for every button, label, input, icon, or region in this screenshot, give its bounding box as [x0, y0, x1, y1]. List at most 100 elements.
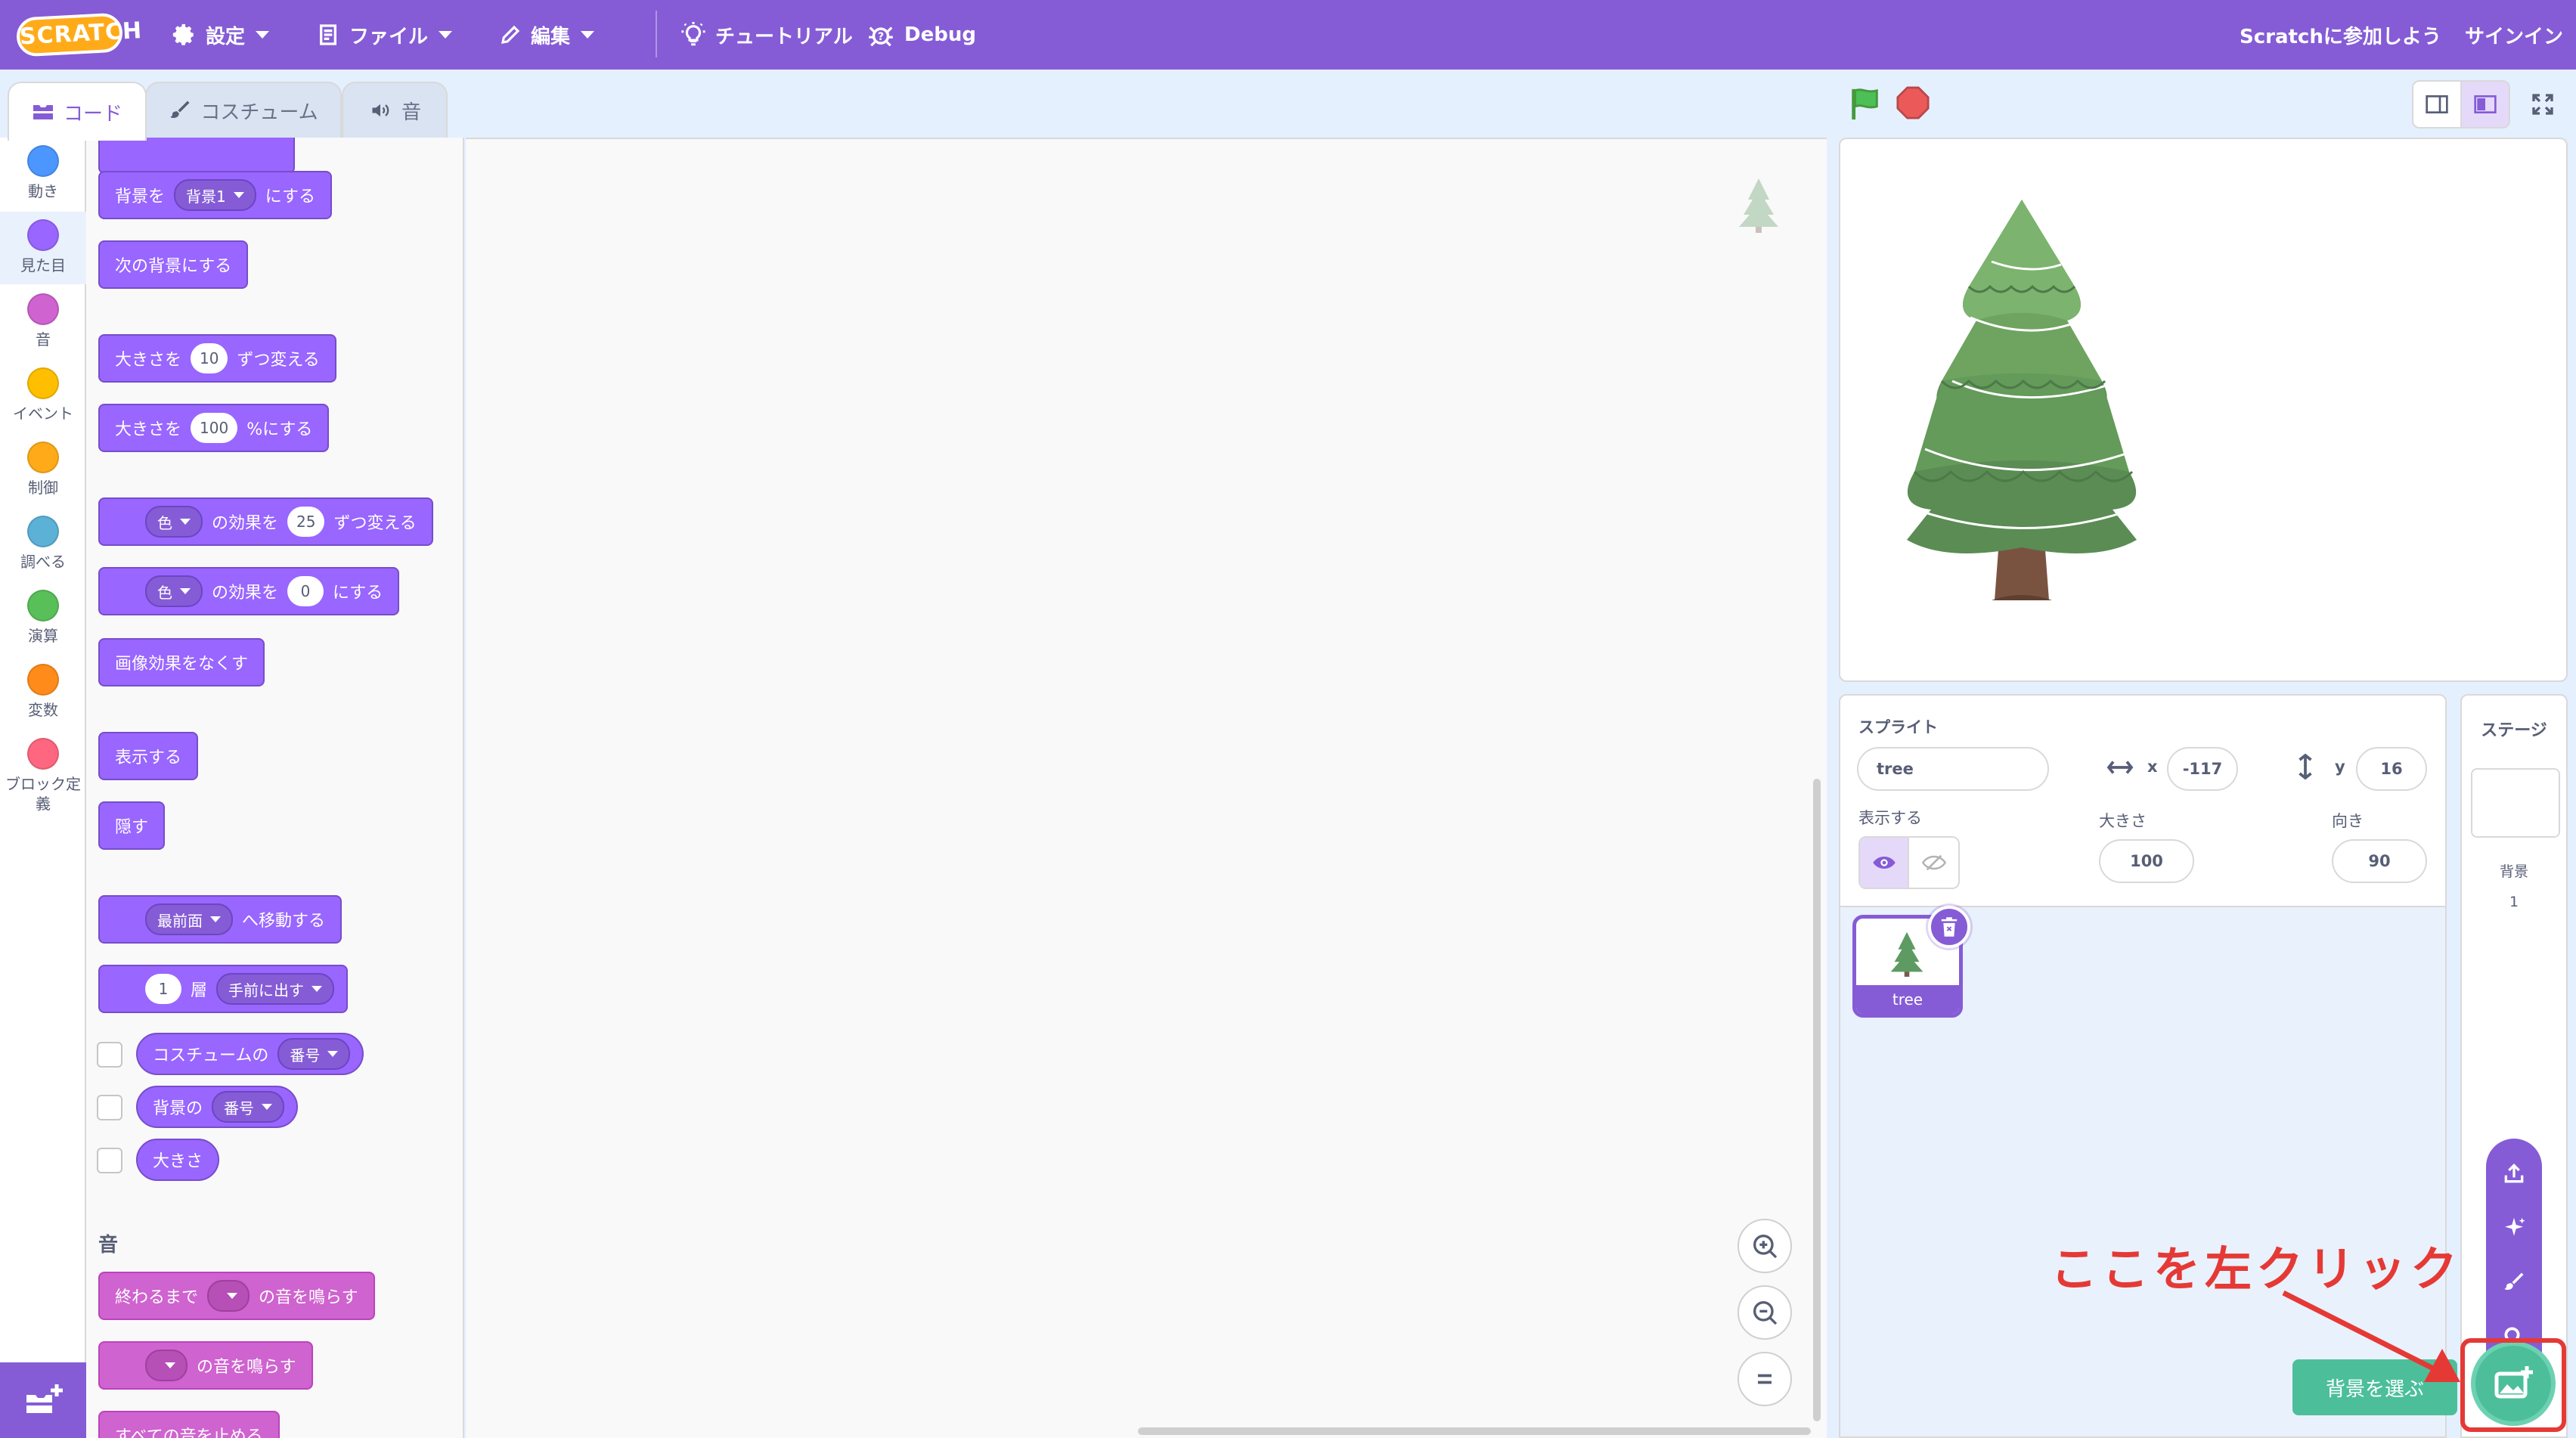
block-set-size[interactable]: 大きさを 100 %にする — [98, 404, 330, 452]
chevron-down-icon — [312, 986, 323, 992]
backdrop-dropdown[interactable]: 背景1 — [174, 179, 256, 211]
category-operators[interactable]: 演算 — [0, 582, 86, 655]
block-change-effect[interactable]: 色 の効果を 25 ずつ変える — [98, 497, 433, 546]
block-hide[interactable]: 隠す — [98, 801, 166, 850]
dropdown-value: 背景1 — [186, 187, 226, 206]
category-looks[interactable]: 見た目 — [0, 212, 86, 284]
tree-sprite[interactable] — [1886, 192, 2158, 623]
zoom-reset-button[interactable] — [1737, 1352, 1792, 1406]
sound-dropdown[interactable] — [207, 1280, 250, 1312]
delete-sprite-button[interactable] — [1928, 906, 1970, 948]
block-go-layers[interactable]: 1 層 手前に出す — [98, 965, 349, 1013]
block-stop-all-sounds[interactable]: すべての音を止める — [98, 1411, 280, 1438]
layers-input[interactable]: 1 — [145, 974, 181, 1004]
category-my-blocks[interactable]: ブロック定義 — [0, 730, 86, 821]
block-set-effect[interactable]: 色 の効果を 0 にする — [98, 567, 400, 615]
y-input[interactable]: 16 — [2356, 747, 2427, 791]
block-text: の効果を — [212, 514, 279, 533]
category-sound[interactable]: 音 — [0, 286, 86, 358]
script-horizontal-scrollbar[interactable] — [1138, 1427, 1811, 1435]
block-switch-backdrop[interactable]: 背景を 背景1 にする — [98, 171, 332, 219]
normal-stage-button[interactable] — [2460, 80, 2510, 129]
code-blocks-icon — [33, 105, 53, 119]
effect-dropdown[interactable]: 色 — [145, 506, 203, 538]
size-percent-input[interactable]: 100 — [191, 413, 238, 443]
join-scratch-link[interactable]: Scratchに参加しよう — [2240, 0, 2441, 70]
small-stage-button[interactable] — [2412, 80, 2462, 129]
edit-menu[interactable]: 編集 — [499, 0, 595, 70]
backdrop-attr-dropdown[interactable]: 番号 — [212, 1091, 285, 1123]
category-control[interactable]: 制御 — [0, 434, 86, 507]
dropdown-value: 色 — [157, 583, 172, 602]
size-step-input[interactable]: 10 — [191, 343, 228, 373]
dropdown-value: 手前に出す — [228, 981, 305, 999]
direction-dropdown[interactable]: 手前に出す — [216, 973, 335, 1005]
script-area[interactable] — [466, 138, 1827, 1438]
green-flag-icon[interactable] — [1848, 86, 1883, 121]
script-vertical-scrollbar[interactable] — [1813, 779, 1821, 1421]
hide-sprite-button[interactable] — [1909, 838, 1958, 888]
tutorials-button[interactable]: チュートリアル — [680, 0, 853, 70]
block-text: 大きさを — [115, 351, 182, 370]
backdrop-number-checkbox[interactable] — [97, 1095, 122, 1120]
size-checkbox[interactable] — [97, 1148, 122, 1173]
zoom-out-button[interactable] — [1737, 1285, 1792, 1340]
sound-dropdown[interactable] — [145, 1350, 188, 1381]
block-size-reporter[interactable]: 大きさ — [136, 1139, 220, 1181]
category-variables[interactable]: 変数 — [0, 656, 86, 729]
tab-sounds[interactable]: 音 — [342, 82, 448, 138]
block-start-sound[interactable]: の音を鳴らす — [98, 1341, 313, 1390]
costume-attr-dropdown[interactable]: 番号 — [277, 1038, 351, 1070]
scratch-logo[interactable]: SCRATCH — [15, 12, 143, 57]
fullscreen-button[interactable] — [2518, 80, 2568, 129]
block-change-size[interactable]: 大きさを 10 ずつ変える — [98, 334, 336, 383]
block-costume-number[interactable]: コスチュームの 番号 — [136, 1033, 364, 1075]
surprise-backdrop-button[interactable] — [2486, 1205, 2542, 1251]
block-partial-top[interactable] — [98, 138, 295, 174]
tab-code[interactable]: コード — [8, 82, 147, 141]
category-sensing[interactable]: 調べる — [0, 508, 86, 581]
sprite-name-input[interactable]: tree — [1857, 747, 2049, 791]
block-text: にする — [333, 584, 383, 603]
debug-button[interactable]: ? Debug — [866, 0, 976, 70]
costume-number-checkbox[interactable] — [97, 1042, 122, 1068]
block-backdrop-number[interactable]: 背景の 番号 — [136, 1086, 299, 1128]
tab-costumes[interactable]: コスチューム — [145, 82, 342, 138]
sound-section-title: 音 — [98, 1234, 119, 1257]
stop-icon[interactable] — [1896, 86, 1930, 119]
sprite-label: スプライト — [1858, 718, 1938, 736]
stage-thumbnail[interactable] — [2471, 768, 2560, 838]
stage-canvas[interactable] — [1839, 138, 2568, 682]
menu-bar: SCRATCH 設定 ファイル 編集 チュートリアル ? Debug Scrat… — [0, 0, 2576, 70]
category-events[interactable]: イベント — [0, 360, 86, 432]
block-show[interactable]: 表示する — [98, 732, 199, 780]
file-menu[interactable]: ファイル — [316, 0, 453, 70]
upload-backdrop-button[interactable] — [2486, 1151, 2542, 1196]
chevron-down-icon — [233, 192, 244, 198]
show-sprite-button[interactable] — [1860, 838, 1910, 888]
lightbulb-icon — [681, 22, 705, 46]
effect-dropdown[interactable]: 色 — [145, 575, 203, 607]
menu-divider — [656, 11, 657, 57]
category-label: 音 — [36, 330, 51, 349]
y-label: y — [2335, 758, 2345, 776]
signin-link[interactable]: サインイン — [2465, 0, 2563, 70]
category-label: イベント — [13, 404, 73, 423]
add-extension-button[interactable] — [0, 1362, 86, 1438]
category-motion[interactable]: 動き — [0, 138, 86, 210]
layer-dropdown[interactable]: 最前面 — [145, 903, 233, 935]
settings-menu[interactable]: 設定 — [171, 0, 270, 70]
zoom-in-button[interactable] — [1737, 1219, 1792, 1273]
block-clear-effects[interactable]: 画像効果をなくす — [98, 638, 265, 686]
direction-input[interactable]: 90 — [2332, 839, 2427, 883]
block-play-sound-until-done[interactable]: 終わるまで の音を鳴らす — [98, 1272, 375, 1320]
paint-backdrop-button[interactable] — [2486, 1260, 2542, 1305]
block-next-backdrop[interactable]: 次の背景にする — [98, 240, 249, 289]
block-go-to-layer[interactable]: 最前面 へ移動する — [98, 895, 343, 944]
effect-value-input[interactable]: 0 — [287, 576, 324, 606]
category-label: ブロック定義 — [5, 775, 81, 813]
effect-step-input[interactable]: 25 — [287, 507, 325, 537]
x-input[interactable]: -117 — [2167, 747, 2238, 791]
stage-pane-title: ステージ — [2481, 721, 2547, 740]
size-input[interactable]: 100 — [2099, 839, 2194, 883]
